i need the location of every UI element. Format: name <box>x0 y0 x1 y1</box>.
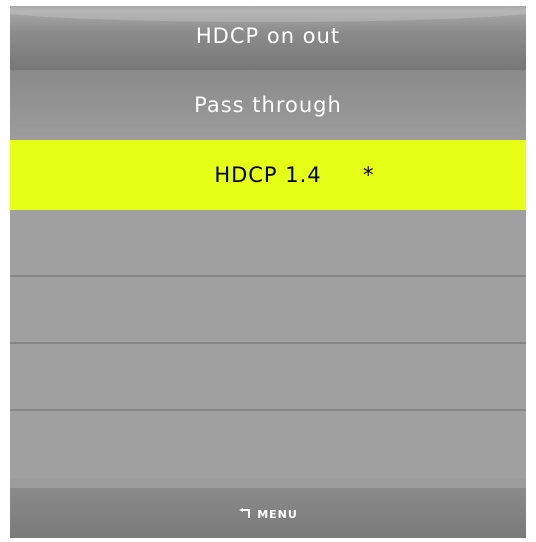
menu-list: Pass through HDCP 1.4 * <box>10 70 526 478</box>
back-arrow-icon <box>239 508 251 518</box>
menu-back-label: MENU <box>257 507 298 521</box>
hdcp-menu-screen: HDCP on out Pass through HDCP 1.4 * MENU <box>10 6 526 538</box>
empty-row <box>10 210 526 277</box>
empty-row <box>10 277 526 344</box>
page-title: HDCP on out <box>195 24 341 48</box>
title-bar: HDCP on out <box>10 6 526 70</box>
menu-item-label: Pass through <box>194 93 342 117</box>
footer-bar: MENU <box>10 488 526 538</box>
menu-item-label: HDCP 1.4 <box>214 163 322 187</box>
empty-row <box>10 344 526 411</box>
empty-row <box>10 411 526 478</box>
selected-marker: * <box>363 163 375 187</box>
menu-item-pass-through[interactable]: Pass through <box>10 70 526 140</box>
menu-back-button[interactable]: MENU <box>238 508 298 521</box>
menu-item-hdcp-1-4[interactable]: HDCP 1.4 * <box>10 140 526 210</box>
